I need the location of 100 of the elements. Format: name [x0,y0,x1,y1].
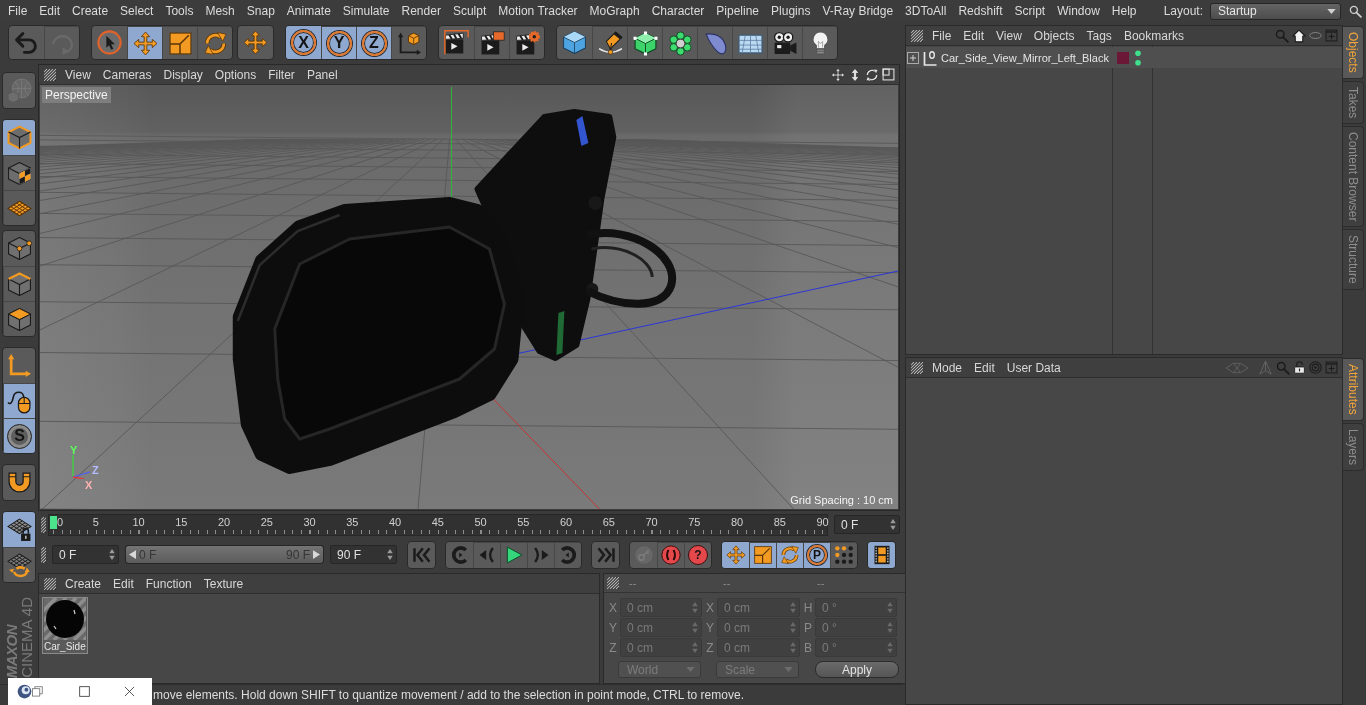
menu-item[interactable]: Mesh [199,4,241,18]
render-settings-button[interactable] [509,26,544,59]
move-tool-button[interactable] [722,541,749,568]
menu-item[interactable]: Character [645,4,711,18]
end-frame-field[interactable]: 90 F [330,545,397,564]
menu-item[interactable]: V-Ray Bridge [816,4,900,18]
cloner-button[interactable] [662,26,697,59]
app-logo-icon[interactable] [17,684,32,699]
menu-item[interactable]: Edit [33,4,67,18]
maximize-icon[interactable] [79,686,90,697]
objects-menu-item[interactable]: View [990,28,1028,43]
deformer-button[interactable] [697,26,732,59]
coordinate-system-button[interactable] [391,26,426,59]
subdivision-button[interactable] [627,26,662,59]
attributes-menu-item[interactable]: User Data [1000,360,1067,375]
move-arrows-icon[interactable] [831,67,845,82]
playhead-marker[interactable] [49,515,57,529]
menu-item[interactable]: Plugins [765,4,817,18]
texture-mode-button[interactable] [3,155,35,190]
objects-menu-item[interactable]: Edit [957,28,991,43]
menu-item[interactable]: MoGraph [583,4,646,18]
edges-mode-button[interactable] [3,266,35,301]
menu-item[interactable]: Select [114,4,160,18]
scale-tool-button[interactable] [162,26,197,59]
objects-menu-item[interactable]: Objects [1027,28,1081,43]
attributes-menu-item[interactable]: Mode [926,360,969,375]
workplane-mode-button[interactable] [3,190,35,225]
material-menu-item[interactable]: Create [59,576,108,591]
menu-item[interactable]: Sculpt [446,4,493,18]
menu-item[interactable]: Render [395,4,447,18]
close-icon[interactable] [124,686,135,697]
material-menu-item[interactable]: Function [139,576,198,591]
axis-lock-button[interactable]: X [286,26,321,59]
light-button[interactable] [802,26,837,59]
viewport-menu-item[interactable]: Display [157,67,209,82]
visibility-dots-icon[interactable] [1135,49,1141,66]
menu-item[interactable]: Animate [280,4,337,18]
search-icon[interactable] [1349,4,1362,18]
render-picture-button[interactable] [474,26,509,59]
objects-menu-item[interactable]: Tags [1080,28,1118,43]
objects-menu-item[interactable]: Bookmarks [1117,28,1190,43]
pen-button[interactable] [592,26,627,59]
next-key-button[interactable] [554,541,581,568]
tweak-mode-button[interactable] [3,383,35,418]
polygons-mode-button[interactable] [3,301,35,336]
grip-icon[interactable] [911,29,923,42]
grip-icon[interactable] [911,361,923,374]
menu-item[interactable]: 3DToAll [899,4,953,18]
grip-icon[interactable] [44,577,56,590]
menu-item[interactable]: Help [1105,4,1143,18]
object-row[interactable]: Car_Side_View_Mirror_Left_Black [906,47,1342,68]
menu-item[interactable]: Motion Tracker [492,4,584,18]
timeline-button[interactable] [868,541,895,568]
scale-tool-button[interactable] [749,541,776,568]
menu-item[interactable]: Redshift [952,4,1009,18]
menu-item[interactable]: Script [1008,4,1052,18]
record-button[interactable] [657,541,684,568]
axis-lock-button[interactable]: Y [321,26,356,59]
rotate-arrows-icon[interactable] [865,67,879,82]
material-menu-item[interactable]: Edit [107,576,140,591]
menu-item[interactable]: File [2,4,34,18]
minimized-window-bar[interactable] [8,678,152,705]
side-tab[interactable]: Objects [1343,26,1364,79]
model-mode-button[interactable] [3,120,35,155]
viewport-menu-item[interactable]: View [59,67,97,82]
grip-icon[interactable] [44,68,56,81]
material-menu-item[interactable]: Texture [197,576,250,591]
grip-icon[interactable] [607,577,619,589]
viewport-menu-item[interactable]: Panel [300,67,344,82]
timeline-ruler[interactable]: 0 5 10 15 20 25 30 35 40 45 50 55 60 65 70 75 80 85 90 [48,513,828,536]
menu-item[interactable]: Pipeline [710,4,766,18]
menu-item[interactable]: Simulate [336,4,396,18]
attributes-menu-item[interactable]: Edit [968,360,1001,375]
open-lock-icon[interactable] [1293,361,1306,374]
rotate-tool-button[interactable] [776,541,803,568]
expand-icon[interactable] [907,51,919,64]
layer-color-swatch[interactable] [1117,51,1129,64]
locked-workplane-button[interactable] [3,512,35,547]
menu-item[interactable]: Snap [240,4,281,18]
axis-lock-button[interactable]: Z [356,26,391,59]
material-tile[interactable]: Car_Side [42,597,88,654]
layout-dropdown[interactable]: Startup [1210,2,1341,20]
menu-item[interactable]: Create [66,4,115,18]
viewport-menu-item[interactable]: Filter [262,67,301,82]
floor-button[interactable] [732,26,767,59]
workplane-rotate-button[interactable] [3,547,35,582]
rotate-tool-button[interactable] [197,26,232,59]
restore-icon[interactable] [32,686,43,697]
camera-button[interactable] [767,26,802,59]
viewport-menu-item[interactable]: Cameras [96,67,158,82]
move-tool-button[interactable] [127,26,162,59]
objects-menu-item[interactable]: File [926,28,958,43]
current-frame-field[interactable]: 0 F [834,515,900,534]
parameter-button[interactable]: P [803,541,830,568]
start-frame-field[interactable]: 0 F [52,545,119,564]
play-button[interactable] [500,541,527,568]
home-icon[interactable] [1292,28,1306,43]
viewport-menu-item[interactable]: Options [208,67,263,82]
dot-grid-button[interactable] [830,541,857,568]
up-down-arrows-icon[interactable] [848,67,862,82]
